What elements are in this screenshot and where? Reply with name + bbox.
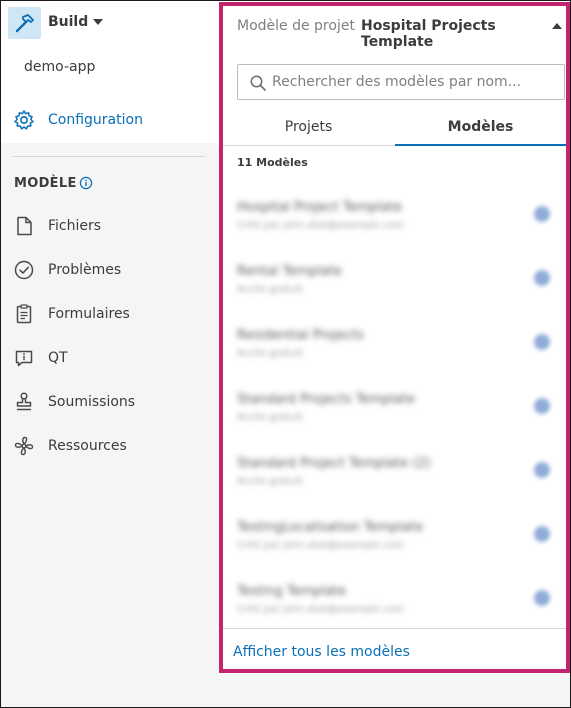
- file-icon: [13, 215, 35, 241]
- template-name: Standard Project Template (2): [237, 456, 431, 471]
- sidebar-item-label: Fichiers: [48, 218, 102, 234]
- sidebar-item-formulaires[interactable]: Formulaires: [1, 294, 219, 334]
- clipboard-icon: [13, 303, 35, 329]
- template-subtitle: Accès gratuit: [237, 476, 303, 487]
- list-item[interactable]: Standard Project Template (2) Accès grat…: [223, 444, 566, 502]
- sidebar-item-configuration[interactable]: Configuration: [1, 99, 219, 143]
- app-name[interactable]: Build: [48, 14, 88, 30]
- template-badge-icon: [534, 398, 550, 414]
- template-name: Hospital Project Template: [237, 200, 403, 215]
- search-input[interactable]: [272, 71, 557, 93]
- list-item[interactable]: Standard Projects Template Accès gratuit: [223, 380, 566, 438]
- sidebar-item-label: Ressources: [48, 438, 127, 454]
- list-item[interactable]: Rental Template Accès gratuit: [223, 252, 566, 310]
- sidebar: Build demo-app Configuration MODÈLE Fich…: [1, 1, 219, 707]
- template-subtitle: Créé par john.doe@example.com: [237, 220, 405, 231]
- project-selector[interactable]: demo-app: [1, 45, 219, 99]
- list-item[interactable]: Hospital Project Template Créé par john.…: [223, 188, 566, 246]
- sidebar-item-ressources[interactable]: Ressources: [1, 426, 219, 466]
- list-item[interactable]: Residential Projects Accès gratuit: [223, 316, 566, 374]
- template-name: Standard Projects Template: [237, 392, 415, 407]
- show-all-templates-link[interactable]: Afficher tous les modèles: [233, 644, 410, 660]
- check-circle-icon: [13, 259, 35, 285]
- template-search-box: [237, 64, 565, 100]
- panel-footer: Afficher tous les modèles: [223, 628, 566, 673]
- template-badge-icon: [534, 590, 550, 606]
- sidebar-item-label: QT: [48, 350, 68, 366]
- gear-icon: [13, 109, 35, 135]
- hammer-icon[interactable]: [8, 7, 41, 39]
- template-badge-icon: [534, 206, 550, 222]
- list-item[interactable]: Testing Template Créé par john.doe@examp…: [223, 572, 566, 630]
- template-subtitle: Accès gratuit: [237, 348, 303, 359]
- sidebar-item-soumissions[interactable]: Soumissions: [1, 382, 219, 422]
- template-badge-icon: [534, 334, 550, 350]
- divider: [13, 156, 205, 157]
- template-name: TestingLocalisation Template: [237, 520, 424, 535]
- sidebar-item-fichiers[interactable]: Fichiers: [1, 206, 219, 246]
- template-name: Testing Template: [237, 584, 347, 599]
- sidebar-item-problemes[interactable]: Problèmes: [1, 250, 219, 290]
- selected-template: Hospital Projects Template: [361, 18, 496, 50]
- template-subtitle: Accès gratuit: [237, 284, 303, 295]
- sidebar-item-qt[interactable]: QT: [1, 338, 219, 378]
- template-selector-label: Modèle de projet: [237, 18, 355, 34]
- section-title: MODÈLE: [14, 176, 77, 191]
- sidebar-item-label: Configuration: [48, 112, 143, 128]
- template-selector[interactable]: Modèle de projet Hospital Projects Templ…: [223, 6, 566, 50]
- tab-bar: Projets Modèles: [223, 110, 566, 146]
- sidebar-item-label: Formulaires: [48, 306, 130, 322]
- template-count: 11 Modèles: [237, 156, 308, 169]
- sidebar-item-label: Problèmes: [48, 262, 122, 278]
- template-badge-icon: [534, 462, 550, 478]
- tab-modeles[interactable]: Modèles: [395, 110, 566, 146]
- search-icon: [249, 74, 267, 96]
- speech-info-icon: [13, 347, 35, 373]
- project-name: demo-app: [24, 59, 96, 75]
- template-badge-icon: [534, 526, 550, 542]
- template-subtitle: Créé par john.doe@example.com: [237, 604, 405, 615]
- list-item[interactable]: TestingLocalisation Template Créé par jo…: [223, 508, 566, 566]
- app-header: Build: [1, 1, 219, 45]
- chevron-up-icon[interactable]: [552, 23, 562, 29]
- main-content-background: [219, 674, 570, 707]
- info-icon[interactable]: [79, 175, 93, 194]
- template-subtitle: Créé par john.doe@example.com: [237, 540, 405, 551]
- chevron-down-icon[interactable]: [93, 19, 103, 25]
- tab-projets[interactable]: Projets: [223, 110, 394, 146]
- template-dropdown-panel: Modèle de projet Hospital Projects Templ…: [219, 2, 570, 673]
- stamp-icon: [13, 391, 35, 417]
- template-name: Rental Template: [237, 264, 342, 279]
- fan-icon: [13, 435, 35, 461]
- template-badge-icon: [534, 270, 550, 286]
- template-name: Residential Projects: [237, 328, 364, 343]
- sidebar-item-label: Soumissions: [48, 394, 136, 410]
- template-subtitle: Accès gratuit: [237, 412, 303, 423]
